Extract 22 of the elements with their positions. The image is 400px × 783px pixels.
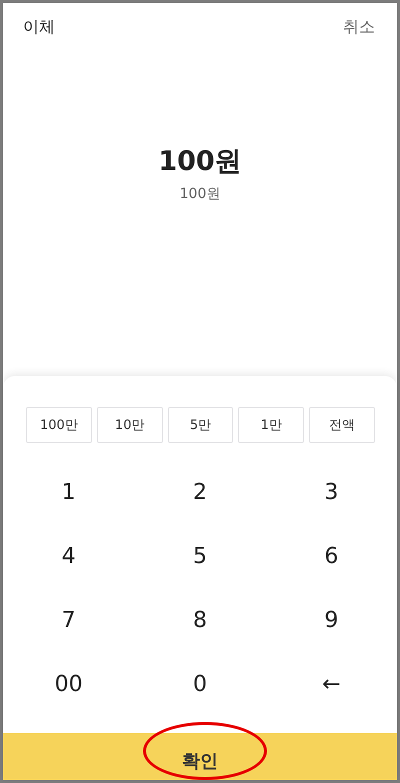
keypad-key[interactable]: 6 <box>316 542 346 570</box>
amount-caption: 100원 <box>180 185 220 203</box>
cancel-button[interactable]: 취소 <box>343 17 375 37</box>
keypad-key[interactable]: 2 <box>184 478 215 506</box>
keypad-key[interactable]: 7 <box>54 606 84 634</box>
keypad-key[interactable]: 4 <box>54 542 84 570</box>
keypad-key[interactable]: 1 <box>54 478 84 506</box>
keypad-key[interactable]: 0 <box>184 670 215 698</box>
keypad-key[interactable]: 8 <box>184 606 215 634</box>
amount-value: 100원 <box>158 145 242 179</box>
quick-amount-button[interactable]: 10만 <box>96 407 163 443</box>
quick-amount-button[interactable]: 100만 <box>26 407 92 443</box>
quick-amount-button[interactable]: 전액 <box>309 407 375 443</box>
screen-title: 이체 <box>23 17 55 38</box>
keypad-key[interactable]: 00 <box>46 670 91 698</box>
quick-amount-button[interactable]: 5만 <box>168 407 234 443</box>
keypad-key[interactable]: 9 <box>316 606 346 634</box>
keypad-key[interactable]: 3 <box>316 478 346 506</box>
keypad-key[interactable]: 5 <box>184 542 215 570</box>
keypad-key[interactable]: ← <box>314 670 349 698</box>
confirm-button[interactable]: 확인 <box>3 733 397 780</box>
quick-amount-button[interactable]: 1만 <box>238 407 304 443</box>
